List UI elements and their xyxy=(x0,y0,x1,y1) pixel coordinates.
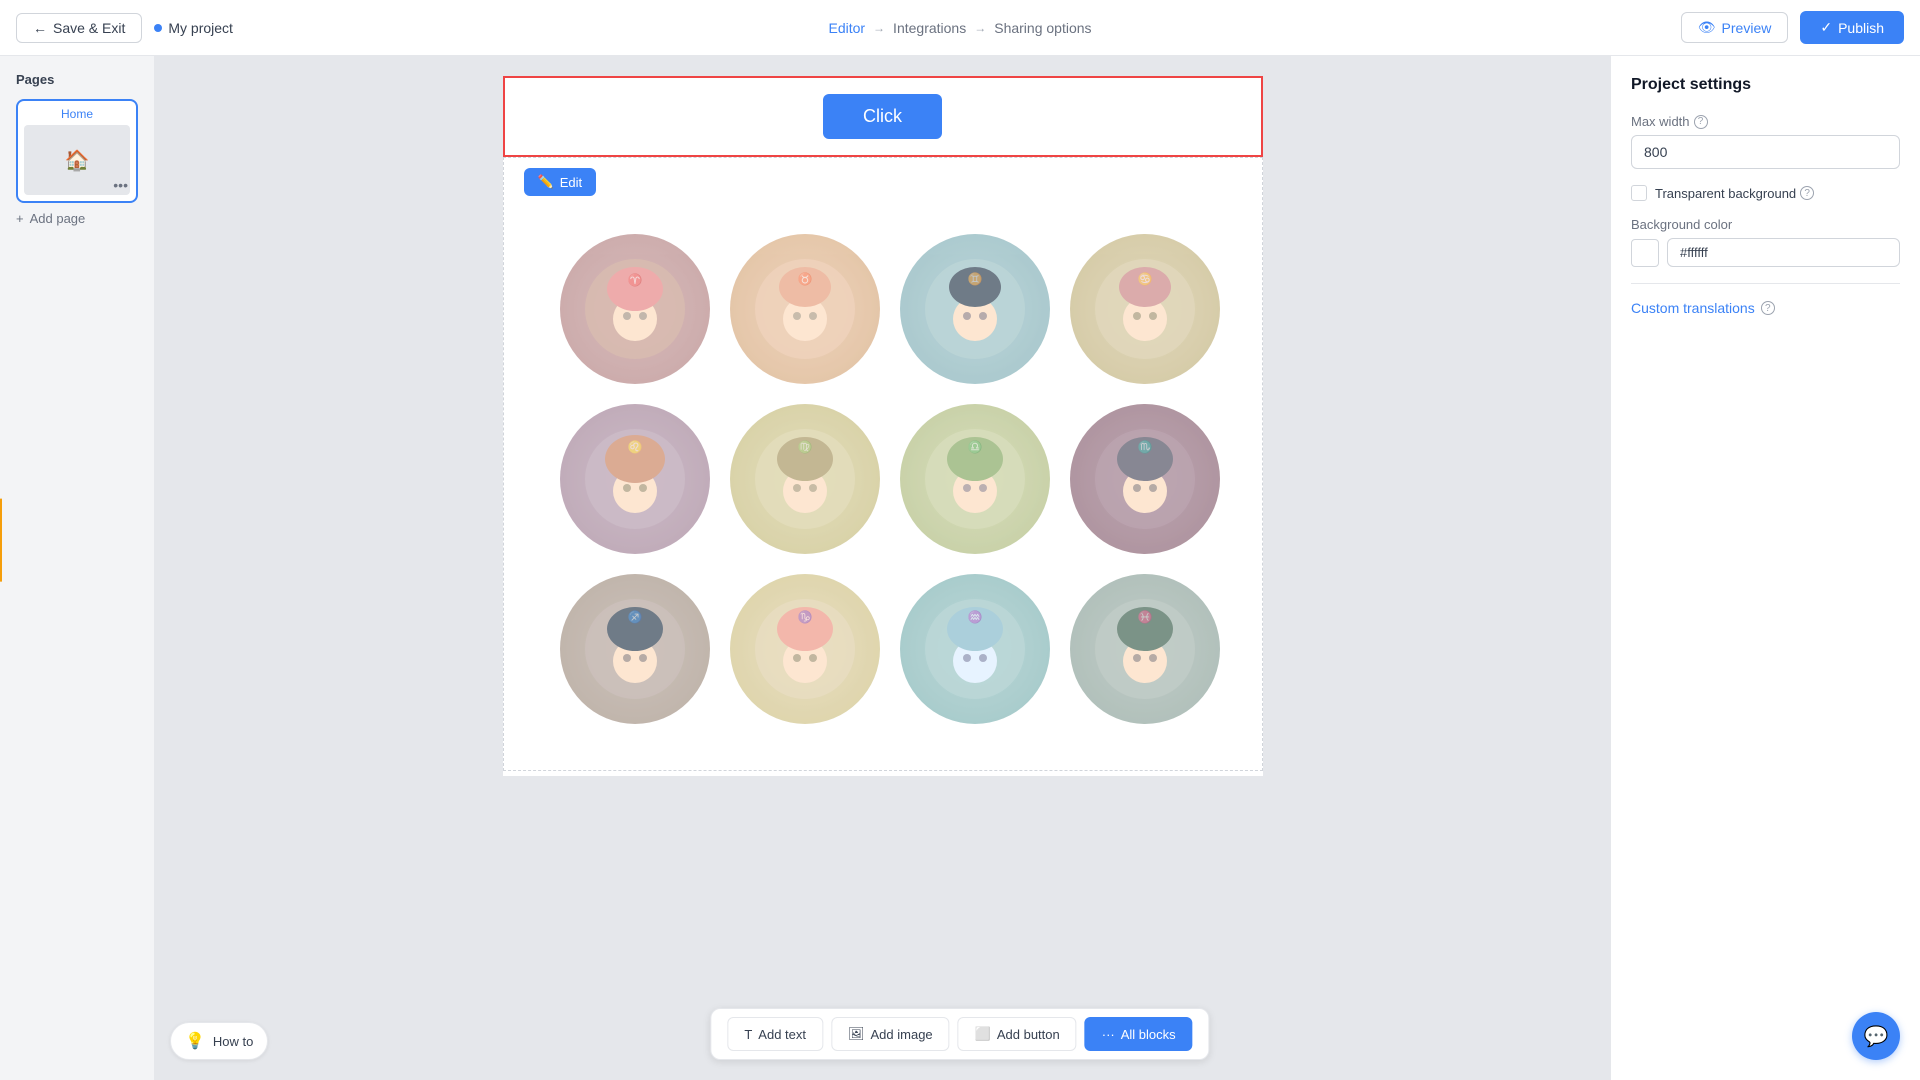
topbar: ← Save & Exit My project Editor → Integr… xyxy=(0,0,1920,56)
topbar-left: ← Save & Exit My project xyxy=(16,13,233,43)
settings-title: Project settings xyxy=(1631,76,1900,94)
pencil-icon: ✏️ xyxy=(538,174,554,190)
svg-text:♓: ♓ xyxy=(1137,610,1152,624)
bg-color-row xyxy=(1631,238,1900,267)
max-width-label: Max width ? xyxy=(1631,114,1900,129)
feedback-tab[interactable]: Feedback xyxy=(0,498,2,581)
image-icon: 🖼 xyxy=(848,1026,865,1042)
home-icon: 🏠 xyxy=(65,148,90,173)
all-blocks-button[interactable]: ··· All blocks xyxy=(1085,1017,1193,1051)
divider xyxy=(1631,283,1900,284)
color-swatch[interactable] xyxy=(1631,239,1659,267)
publish-button[interactable]: ✓ Publish xyxy=(1800,11,1904,44)
add-text-button[interactable]: T Add text xyxy=(727,1017,823,1051)
topbar-nav: Editor → Integrations → Sharing options xyxy=(828,20,1091,36)
canvas-area: Click ✏️ Edit xyxy=(155,56,1610,1080)
dots-icon: ··· xyxy=(1102,1027,1115,1042)
chat-icon: 💬 xyxy=(1864,1024,1889,1049)
left-sidebar: Pages Home 🏠 ••• + Add page xyxy=(0,56,155,1080)
save-exit-button[interactable]: ← Save & Exit xyxy=(16,13,142,43)
transparent-bg-help-icon[interactable]: ? xyxy=(1800,186,1814,200)
transparent-bg-row: Transparent background ? xyxy=(1631,185,1900,201)
zodiac-item-capricorn[interactable]: ♑ xyxy=(730,574,880,724)
add-page-button[interactable]: + Add page xyxy=(16,211,138,226)
svg-text:♑: ♑ xyxy=(797,610,812,624)
zodiac-item-leo[interactable]: ♌ xyxy=(560,404,710,554)
chat-button[interactable]: 💬 xyxy=(1852,1012,1900,1060)
zodiac-item-libra[interactable]: ♎ xyxy=(900,404,1050,554)
max-width-input[interactable] xyxy=(1631,135,1900,169)
click-block: Click xyxy=(503,76,1263,157)
bottom-toolbar: T Add text 🖼 Add image ⬜ Add button ··· … xyxy=(710,1008,1209,1060)
main-layout: Pages Home 🏠 ••• + Add page Click ✏️ Edi… xyxy=(0,56,1920,1080)
zodiac-item-aquarius[interactable]: ♒ xyxy=(900,574,1050,724)
nav-arrow-1: → xyxy=(873,21,885,35)
zodiac-item-scorpio[interactable]: ♏ xyxy=(1070,404,1220,554)
content-block: ✏️ Edit ♈ xyxy=(503,157,1263,771)
svg-text:♉: ♉ xyxy=(797,272,812,286)
zodiac-item-pisces[interactable]: ♓ xyxy=(1070,574,1220,724)
svg-text:♎: ♎ xyxy=(967,440,982,454)
custom-trans-help-icon[interactable]: ? xyxy=(1761,301,1775,315)
zodiac-item-aries[interactable]: ♈ xyxy=(560,234,710,384)
right-sidebar: Project settings Max width ? Transparent… xyxy=(1610,56,1920,1080)
max-width-help-icon[interactable]: ? xyxy=(1694,115,1708,129)
nav-arrow-2: → xyxy=(974,21,986,35)
page-options-dots[interactable]: ••• xyxy=(113,177,128,193)
custom-translations-link[interactable]: Custom translations ? xyxy=(1631,300,1900,316)
svg-text:♐: ♐ xyxy=(627,610,642,624)
button-icon: ⬜ xyxy=(975,1026,991,1042)
check-icon: ✓ xyxy=(1820,19,1832,36)
edit-button[interactable]: ✏️ Edit xyxy=(524,168,597,196)
click-button[interactable]: Click xyxy=(823,94,942,139)
pages-title: Pages xyxy=(16,72,138,87)
project-name: My project xyxy=(154,20,233,36)
bulb-icon: 💡 xyxy=(185,1031,205,1051)
svg-text:♈: ♈ xyxy=(627,273,642,287)
color-input[interactable] xyxy=(1667,238,1900,267)
zodiac-item-virgo[interactable]: ♍ xyxy=(730,404,880,554)
topbar-right: 👁 Preview ✓ Publish xyxy=(1681,11,1904,44)
how-to-button[interactable]: 💡 How to xyxy=(170,1022,268,1060)
nav-sharing[interactable]: Sharing options xyxy=(994,20,1091,36)
add-image-button[interactable]: 🖼 Add image xyxy=(831,1017,950,1051)
transparent-bg-label: Transparent background ? xyxy=(1655,186,1814,201)
bg-color-label: Background color xyxy=(1631,217,1900,232)
nav-editor[interactable]: Editor xyxy=(828,20,865,36)
zodiac-item-sagittarius[interactable]: ♐ xyxy=(560,574,710,724)
preview-button[interactable]: 👁 Preview xyxy=(1681,12,1789,43)
transparent-bg-checkbox[interactable] xyxy=(1631,185,1647,201)
eye-icon: 👁 xyxy=(1698,19,1716,36)
svg-text:♒: ♒ xyxy=(967,610,982,624)
svg-text:♌: ♌ xyxy=(627,440,642,454)
arrow-left-icon: ← xyxy=(33,20,47,36)
feedback-tab-container: Feedback xyxy=(0,498,2,581)
zodiac-item-gemini[interactable]: ♊ xyxy=(900,234,1050,384)
nav-integrations[interactable]: Integrations xyxy=(893,20,966,36)
canvas-wrapper: Click ✏️ Edit xyxy=(503,76,1263,776)
svg-text:♊: ♊ xyxy=(967,272,982,286)
page-card-home[interactable]: Home 🏠 ••• xyxy=(16,99,138,203)
zodiac-grid: ♈ ♉ xyxy=(520,174,1246,754)
svg-text:♍: ♍ xyxy=(797,440,812,454)
add-button-button[interactable]: ⬜ Add button xyxy=(958,1017,1077,1051)
svg-text:♏: ♏ xyxy=(1137,440,1152,454)
project-status-dot xyxy=(154,24,162,32)
page-label: Home xyxy=(24,107,130,121)
zodiac-item-cancer[interactable]: ♋ xyxy=(1070,234,1220,384)
plus-icon: + xyxy=(16,211,24,226)
text-icon: T xyxy=(744,1027,752,1042)
zodiac-item-taurus[interactable]: ♉ xyxy=(730,234,880,384)
svg-text:♋: ♋ xyxy=(1137,272,1152,286)
